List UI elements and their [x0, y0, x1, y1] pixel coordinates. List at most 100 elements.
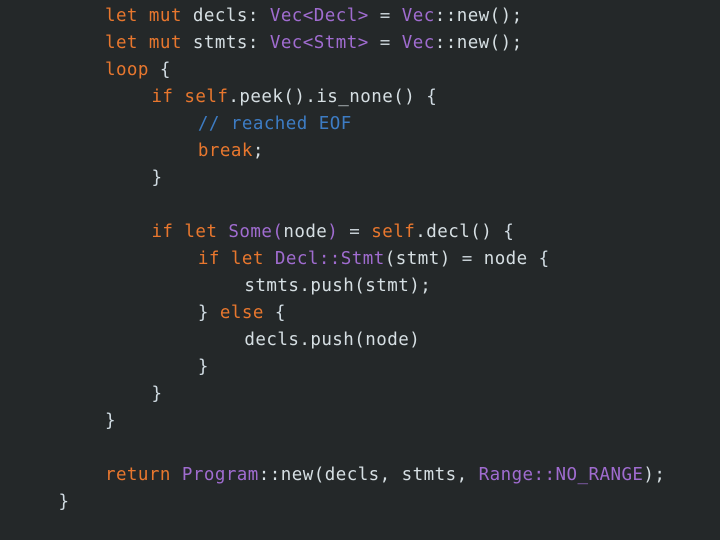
code-token-paren: (	[354, 330, 366, 350]
code-token-id: decls	[192, 6, 248, 26]
code-line[interactable]: loop {	[0, 57, 720, 84]
code-line[interactable]: }	[0, 381, 720, 408]
code-line[interactable]: let mut decls: Vec<Decl> = Vec::new();	[0, 3, 720, 30]
code-token-typ: NO_RANGE	[555, 465, 644, 485]
code-token-typ: Range	[478, 465, 534, 485]
code-token-id: .	[299, 330, 311, 350]
code-token-kw: self	[371, 222, 416, 242]
code-token-punc: ,	[456, 465, 468, 485]
code-token-punc	[259, 6, 270, 26]
code-token-typ: Stmt	[340, 249, 385, 269]
code-token-brace: }	[151, 168, 163, 188]
code-token-paren: ()	[283, 87, 306, 107]
code-token-id: decls	[324, 465, 380, 485]
code-token-id: push	[310, 276, 355, 296]
code-token-id: .	[228, 87, 240, 107]
code-token-id: new	[456, 6, 490, 26]
code-token-id: .	[299, 276, 311, 296]
code-token-typ: <	[302, 33, 314, 53]
code-line[interactable]: }	[0, 408, 720, 435]
code-token-kw: if	[151, 87, 174, 107]
code-token-kw: let	[104, 33, 138, 53]
code-token-id: node	[365, 330, 410, 350]
code-token-op: =	[379, 33, 391, 53]
code-token-id: ::	[434, 6, 457, 26]
code-token-punc: ;	[511, 33, 523, 53]
code-token-punc: :	[247, 6, 259, 26]
code-token-paren: ()	[470, 222, 493, 242]
code-token-kw: loop	[104, 60, 149, 80]
code-line[interactable]: if let Decl::Stmt(stmt) = node {	[0, 246, 720, 273]
code-token-brace: {	[538, 249, 550, 269]
code-token-brace: {	[159, 60, 171, 80]
code-token-punc	[451, 249, 462, 269]
code-token-punc	[492, 222, 503, 242]
code-token-brace: }	[58, 492, 70, 512]
code-line[interactable]: return Program::new(decls, stmts, Range:…	[0, 462, 720, 489]
code-token-typ: Decl	[274, 249, 319, 269]
code-line[interactable]: // reached EOF	[0, 111, 720, 138]
code-token-punc	[182, 33, 193, 53]
code-token-typ: Vec	[269, 6, 303, 26]
code-token-brace: {	[274, 303, 286, 323]
code-token-id: stmts	[192, 33, 248, 53]
code-line[interactable]: stmts.push(stmt);	[0, 273, 720, 300]
code-token-typ: ::	[533, 465, 556, 485]
code-token-op: =	[461, 249, 473, 269]
code-token-kw: if	[151, 222, 174, 242]
code-token-punc	[391, 33, 402, 53]
code-line[interactable]	[0, 435, 720, 462]
code-token-id: .	[305, 87, 317, 107]
code-token-paren: (	[313, 465, 325, 485]
code-token-punc	[182, 6, 193, 26]
code-token-punc	[369, 6, 380, 26]
code-token-punc	[138, 33, 149, 53]
code-token-paren: ()	[489, 33, 512, 53]
code-token-paren: (	[384, 249, 396, 269]
code-token-typ: Vec	[269, 33, 303, 53]
code-line[interactable]: if self.peek().is_none() {	[0, 84, 720, 111]
code-token-paren: )	[409, 330, 421, 350]
code-token-paren: ()	[393, 87, 416, 107]
code-token-id: .	[415, 222, 427, 242]
code-token-punc	[264, 249, 275, 269]
code-token-punc	[264, 303, 275, 323]
code-token-paren: )	[439, 249, 451, 269]
code-token-brace: }	[197, 303, 209, 323]
code-token-punc	[391, 6, 402, 26]
code-viewport[interactable]: let mut decls: Vec<Decl> = Vec::new(); le…	[0, 0, 720, 516]
code-token-cmt: // reached EOF	[197, 114, 352, 134]
code-token-brace: }	[104, 411, 116, 431]
code-token-paren: (	[354, 276, 366, 296]
code-line[interactable]: if let Some(node) = self.decl() {	[0, 219, 720, 246]
code-token-id: ::	[258, 465, 281, 485]
code-token-punc	[138, 6, 149, 26]
code-token-punc	[473, 249, 484, 269]
code-token-paren: )	[409, 276, 421, 296]
code-token-punc	[220, 249, 231, 269]
code-token-typ: Decl	[313, 6, 358, 26]
code-token-id: node	[283, 222, 328, 242]
code-token-id: decls	[244, 330, 300, 350]
code-line[interactable]: } else {	[0, 300, 720, 327]
code-line[interactable]: }	[0, 165, 720, 192]
code-line[interactable]: break;	[0, 138, 720, 165]
code-line[interactable]: }	[0, 489, 720, 516]
code-token-typ: )	[327, 222, 339, 242]
code-line[interactable]: decls.push(node)	[0, 327, 720, 354]
code-token-punc	[415, 87, 426, 107]
code-token-punc: ,	[379, 465, 391, 485]
code-line[interactable]: }	[0, 354, 720, 381]
code-token-punc	[369, 33, 380, 53]
code-token-kw: mut	[148, 6, 182, 26]
code-token-id: is_none	[316, 87, 394, 107]
code-line[interactable]: let mut stmts: Vec<Stmt> = Vec::new();	[0, 30, 720, 57]
code-token-brace: {	[426, 87, 438, 107]
code-token-typ: Vec	[401, 6, 435, 26]
code-token-id: ::	[434, 33, 457, 53]
code-token-id: node	[483, 249, 528, 269]
code-token-typ: Stmt	[313, 33, 358, 53]
code-token-paren: )	[643, 465, 655, 485]
code-token-id: decl	[426, 222, 471, 242]
code-line[interactable]	[0, 192, 720, 219]
